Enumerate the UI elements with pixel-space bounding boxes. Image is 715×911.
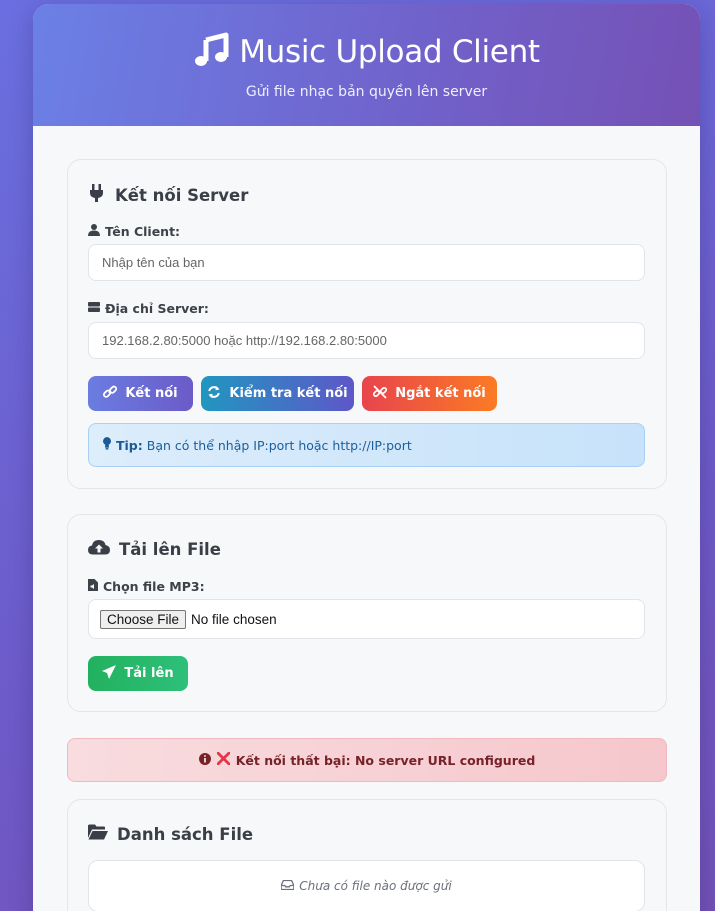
paper-plane-icon bbox=[102, 664, 117, 683]
user-icon bbox=[88, 224, 100, 239]
tip-label: Tip: bbox=[116, 437, 143, 453]
app-window: Music Upload Client Gửi file nhạc bản qu… bbox=[33, 4, 700, 911]
upload-card-title: Tải lên File bbox=[88, 539, 221, 560]
title-row: Music Upload Client bbox=[33, 4, 700, 72]
choose-file-button[interactable]: Choose File bbox=[100, 609, 187, 629]
cloud-upload-icon bbox=[88, 539, 110, 560]
disconnect-button[interactable]: Ngắt kết nối bbox=[362, 376, 497, 411]
upload-card-title-text: Tải lên File bbox=[119, 540, 221, 559]
connect-button[interactable]: Kết nối bbox=[88, 376, 193, 411]
connection-card-title: Kết nối Server bbox=[88, 184, 248, 206]
file-list-card-title-text: Danh sách File bbox=[117, 824, 254, 844]
lightbulb-icon bbox=[102, 437, 112, 453]
x-icon bbox=[216, 751, 231, 768]
tip-box: Tip: Bạn có thể nhập IP:port hoặc http:/… bbox=[88, 423, 645, 467]
server-icon bbox=[88, 301, 100, 316]
inbox-icon bbox=[280, 879, 295, 893]
server-label-text: Địa chỉ Server: bbox=[105, 301, 209, 316]
unlink-icon bbox=[373, 384, 388, 403]
tip-text: Bạn có thể nhập IP:port hoặc http://IP:p… bbox=[146, 437, 412, 453]
client-name-input[interactable]: Nhập tên của bạn bbox=[88, 244, 645, 281]
empty-file-list: Chưa có file nào được gửi bbox=[88, 860, 645, 911]
connect-button-label: Kết nối bbox=[125, 386, 178, 401]
sync-icon bbox=[207, 385, 221, 403]
server-label: Địa chỉ Server: bbox=[88, 301, 209, 316]
page-title: Music Upload Client bbox=[239, 34, 540, 70]
file-audio-icon bbox=[88, 579, 98, 594]
empty-file-list-text: Chưa có file nào được gửi bbox=[299, 879, 452, 893]
upload-button-label: Tải lên bbox=[124, 666, 174, 681]
plug-icon bbox=[88, 184, 106, 206]
file-list-card-title: Danh sách File bbox=[88, 824, 253, 844]
client-label-text: Tên Client: bbox=[105, 224, 181, 239]
disconnect-button-label: Ngắt kết nối bbox=[395, 386, 486, 401]
folder-open-icon bbox=[88, 824, 108, 844]
check-connection-button[interactable]: Kiểm tra kết nối bbox=[201, 376, 354, 411]
check-connection-label: Kiểm tra kết nối bbox=[229, 386, 348, 401]
file-list-card: Danh sách File Chưa có file nào được gửi bbox=[67, 799, 667, 911]
page-subtitle: Gửi file nhạc bản quyền lên server bbox=[245, 84, 488, 100]
file-label: Chọn file MP3: bbox=[88, 579, 205, 594]
upload-button[interactable]: Tải lên bbox=[88, 656, 188, 691]
music-icon bbox=[193, 32, 229, 72]
connection-card-title-text: Kết nối Server bbox=[115, 185, 249, 205]
header: Music Upload Client Gửi file nhạc bản qu… bbox=[33, 4, 700, 126]
link-icon bbox=[103, 385, 118, 403]
connection-error-alert: Kết nối thất bại: No server URL configur… bbox=[67, 738, 667, 782]
upload-card: Tải lên File Chọn file MP3: Choose File … bbox=[67, 514, 667, 712]
file-input: Choose File No file chosen bbox=[88, 599, 645, 639]
file-label-text: Chọn file MP3: bbox=[103, 579, 205, 594]
info-icon bbox=[198, 752, 211, 768]
alert-text: Kết nối thất bại: No server URL configur… bbox=[235, 752, 536, 768]
server-address-input[interactable]: 192.168.2.80:5000 hoặc http://192.168.2.… bbox=[88, 322, 645, 359]
connection-card: Kết nối Server Tên Client: Nhập tên của … bbox=[67, 159, 667, 489]
client-label: Tên Client: bbox=[88, 224, 180, 239]
no-file-chosen-text: No file chosen bbox=[191, 611, 277, 627]
